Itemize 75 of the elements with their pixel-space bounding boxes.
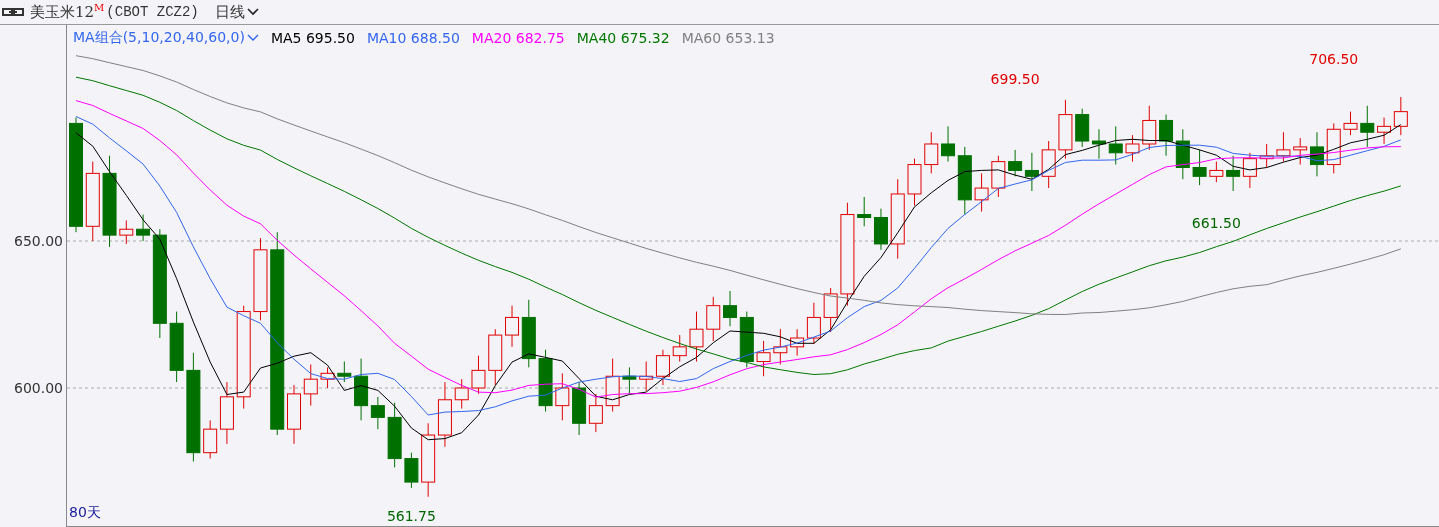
candlestick — [404, 452, 419, 489]
ma-legend-value: MA40 675.32 — [576, 30, 670, 46]
candlestick — [454, 378, 469, 410]
price-annotation: 699.50 — [990, 71, 1040, 88]
candlestick — [1360, 105, 1375, 148]
contract-code: (CBOT ZCZ2) — [106, 4, 199, 20]
candlestick — [1159, 114, 1174, 157]
candlestick — [756, 340, 771, 377]
candlestick — [488, 328, 503, 386]
candlestick — [1058, 99, 1073, 160]
candlestick — [672, 334, 687, 363]
candlestick — [538, 349, 553, 412]
candlestick — [1192, 149, 1207, 186]
candlestick — [907, 158, 922, 207]
candlestick — [1175, 128, 1190, 180]
candlestick — [1008, 149, 1023, 177]
candlestick — [991, 155, 1006, 198]
candlestick — [287, 384, 301, 445]
candlestick — [572, 381, 587, 436]
candlestick — [1377, 117, 1392, 145]
candlestick — [1108, 125, 1123, 166]
candlestick — [588, 393, 603, 433]
candlestick — [1142, 105, 1157, 151]
candlestick — [387, 402, 402, 468]
link-icon — [2, 7, 24, 17]
candlestick — [655, 349, 670, 386]
range-label: 80天 — [69, 504, 101, 522]
candlestick — [1310, 131, 1324, 177]
candlestick — [1326, 122, 1341, 174]
candlestick — [320, 366, 335, 389]
y-axis-label: 650.00 — [14, 233, 63, 249]
candlestick — [1293, 137, 1308, 166]
candlestick — [521, 299, 536, 368]
candlestick — [555, 372, 570, 421]
ma-legend-value: MA20 682.75 — [471, 30, 565, 46]
ma-legend-value: MA60 653.13 — [681, 30, 775, 46]
ma-combo-selector[interactable]: MA组合(5,10,20,40,60,0) — [73, 29, 259, 47]
period-dropdown[interactable]: 日线 — [214, 2, 259, 22]
candlestick — [169, 311, 184, 383]
candlestick — [1091, 128, 1106, 160]
candlestick — [974, 172, 989, 213]
candlestick — [1041, 140, 1056, 189]
candlestick — [1242, 152, 1257, 189]
candlestick — [1125, 134, 1140, 163]
candlestick — [857, 196, 872, 227]
y-axis-label: 600.00 — [14, 380, 63, 396]
candlestick — [337, 361, 352, 383]
candlestick — [1393, 96, 1408, 136]
instrument-title: 美玉米12$^{M}$ — [30, 2, 105, 22]
candlestick — [873, 208, 888, 251]
price-annotation: 706.50 — [1309, 50, 1359, 67]
candlestick — [1343, 111, 1358, 136]
chevron-down-icon — [246, 34, 259, 42]
candlestick — [773, 328, 788, 365]
candlestick — [639, 361, 654, 392]
candlestick — [605, 358, 620, 412]
candlestick — [1226, 155, 1241, 192]
candlestick — [505, 305, 519, 348]
candlestick — [1209, 161, 1224, 183]
candlestick — [437, 381, 452, 448]
candlestick — [622, 366, 637, 395]
candlestick — [303, 364, 318, 407]
candlestick — [924, 131, 939, 174]
ma-legend-value: MA5 695.50 — [270, 30, 355, 46]
candlestick — [471, 355, 486, 395]
candlestick — [1276, 131, 1291, 163]
price-annotation: 661.50 — [1191, 215, 1241, 232]
ma-legend-value: MA10 688.50 — [366, 30, 460, 46]
price-annotation: 561.75 — [386, 508, 436, 525]
candlestick — [1075, 108, 1090, 148]
candlestick — [689, 311, 704, 363]
candlestick — [1024, 152, 1039, 192]
candlestick — [706, 296, 721, 342]
chevron-down-icon — [246, 8, 259, 16]
candlestick — [119, 219, 134, 245]
